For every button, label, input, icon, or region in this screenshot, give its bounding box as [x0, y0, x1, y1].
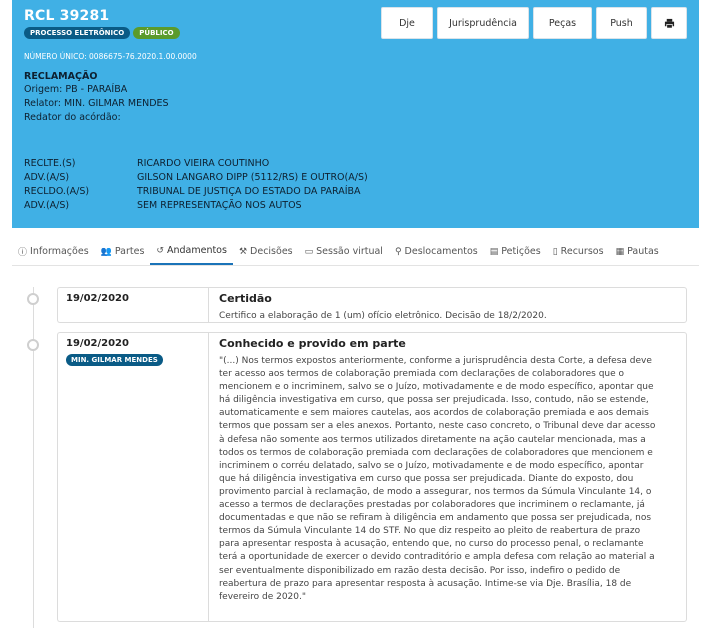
- description-line: ser eventualmente disponibilizado em raz…: [219, 565, 621, 576]
- tab-peticoes[interactable]: ▤ Petições: [484, 238, 547, 265]
- description-line: "(...) Nos termos expostos anteriormente…: [219, 356, 652, 366]
- party-role: ADV.(A/S): [24, 172, 70, 183]
- monitor-icon: ▭: [304, 246, 314, 257]
- description-line: terá a oportunidade de exercer o devido …: [219, 552, 655, 563]
- party-name: GILSON LANGARO DIPP (5112/RS) E OUTRO(A/…: [137, 172, 368, 183]
- event-date: 19/02/2020: [66, 338, 129, 349]
- description-line: termos da Súmula Vinculante 14 do STF. N…: [219, 526, 641, 537]
- numero-unico: NÚMERO ÚNICO: 0086675-76.2020.1.00.0000: [24, 52, 197, 61]
- push-button[interactable]: Push: [596, 7, 647, 39]
- event-date-card: 19/02/2020: [57, 287, 208, 323]
- badge-group: PROCESSO ELETRÔNICO PÚBLICO: [24, 27, 180, 39]
- map-marker-icon: ⚲: [394, 246, 402, 257]
- description-line: para apresentar resposta à acusação, ent…: [219, 539, 644, 550]
- description-line: reabertura de prazo para apresentar resp…: [219, 578, 632, 589]
- process-class: RECLAMAÇÃO: [24, 71, 98, 82]
- jurisprudencia-button[interactable]: Jurisprudência: [437, 7, 529, 39]
- tab-label: Andamentos: [166, 245, 227, 256]
- tab-label: Sessão virtual: [316, 246, 383, 257]
- event-card: Certidão Certifico a elaboração de 1 (um…: [208, 287, 687, 323]
- event-date-card: 19/02/2020 MIN. GILMAR MENDES: [57, 332, 208, 622]
- event-card: Conhecido e provido em parte "(...) Nos …: [208, 332, 687, 622]
- timeline-dot: [27, 339, 39, 351]
- party-role: ADV.(A/S): [24, 200, 70, 211]
- file-icon: ▤: [489, 246, 499, 257]
- info-icon: ⓘ: [18, 248, 28, 258]
- badge-processo-eletronico: PROCESSO ELETRÔNICO: [24, 27, 131, 39]
- tab-pautas[interactable]: ▦ Pautas: [610, 238, 665, 265]
- description-line: há diligência investigativa em curso, qu…: [219, 395, 649, 406]
- event-title: Certidão: [219, 292, 272, 305]
- party-role: RECLDO.(A/S): [24, 186, 90, 197]
- party-row: ADV.(A/S) GILSON LANGARO DIPP (5112/RS) …: [24, 171, 368, 185]
- tab-label: Deslocamentos: [404, 246, 478, 257]
- description-line: incriminem o corréu delatado, salvo se o…: [219, 460, 644, 471]
- tab-informacoes[interactable]: ⓘ Informações: [12, 238, 95, 265]
- origem: Origem: PB - PARAÍBA: [24, 84, 128, 95]
- description-line: termos que possam ser a eles anexos. Por…: [219, 421, 656, 432]
- event-title: Conhecido e provido em parte: [219, 337, 406, 350]
- tab-recursos[interactable]: ▯ Recursos: [547, 238, 610, 265]
- document-icon: ▯: [552, 246, 558, 257]
- process-header: RCL 39281 PROCESSO ELETRÔNICO PÚBLICO NÚ…: [12, 0, 699, 228]
- pecas-button[interactable]: Peças: [533, 7, 592, 39]
- tab-label: Recursos: [560, 246, 604, 257]
- party-name: SEM REPRESENTAÇÃO NOS AUTOS: [137, 200, 302, 211]
- badge-publico: PÚBLICO: [133, 27, 180, 39]
- tab-label: Partes: [114, 246, 145, 257]
- calendar-icon: ▦: [615, 246, 625, 257]
- tab-deslocamentos[interactable]: ⚲ Deslocamentos: [389, 238, 484, 265]
- process-tabs: ⓘ Informações 👥 Partes ↺ Andamentos ⚒ De…: [12, 238, 699, 266]
- description-line: ter acesso aos termos de colaboração pre…: [219, 369, 625, 380]
- description-line: automaticamente e sem maiores cautelas, …: [219, 408, 649, 419]
- description-line: acesso a termos de declarações prestadas…: [219, 500, 645, 511]
- party-role: RECLTE.(S): [24, 158, 76, 169]
- description-line: mencionem e o incriminem, salvo se o Juí…: [219, 382, 654, 393]
- users-icon: 👥: [100, 246, 112, 257]
- party-row: RECLDO.(A/S) TRIBUNAL DE JUSTIÇA DO ESTA…: [24, 185, 368, 199]
- process-title: RCL 39281: [24, 8, 110, 24]
- tab-label: Petições: [501, 246, 541, 257]
- party-row: ADV.(A/S) SEM REPRESENTAÇÃO NOS AUTOS: [24, 199, 368, 213]
- tab-label: Informações: [30, 246, 89, 257]
- tab-label: Decisões: [250, 246, 293, 257]
- minister-badge: MIN. GILMAR MENDES: [66, 354, 163, 366]
- tab-decisoes[interactable]: ⚒ Decisões: [233, 238, 299, 265]
- event-date: 19/02/2020: [66, 293, 129, 304]
- dje-button[interactable]: Dje: [381, 7, 433, 39]
- parties-list: RECLTE.(S) RICARDO VIEIRA COUTINHO ADV.(…: [24, 157, 368, 213]
- tab-label: Pautas: [627, 246, 659, 257]
- description-line: que há diligência investigativa em curso…: [219, 473, 634, 484]
- tab-andamentos[interactable]: ↺ Andamentos: [150, 238, 233, 265]
- redator: Redator do acórdão:: [24, 112, 121, 123]
- description-line: à defesa não somente aos termos utilizad…: [219, 434, 646, 445]
- event-description: "(...) Nos termos expostos anteriormente…: [219, 355, 655, 604]
- description-line: documentadas e que não se refiram à dili…: [219, 513, 652, 524]
- tab-partes[interactable]: 👥 Partes: [95, 238, 151, 265]
- print-button[interactable]: [651, 7, 687, 39]
- relator: Relator: MIN. GILMAR MENDES: [24, 98, 169, 109]
- party-name: TRIBUNAL DE JUSTIÇA DO ESTADO DA PARAÍBA: [137, 186, 361, 197]
- party-row: RECLTE.(S) RICARDO VIEIRA COUTINHO: [24, 157, 368, 171]
- action-toolbar: Dje Jurisprudência Peças Push: [381, 7, 687, 39]
- event-description: Certifico a elaboração de 1 (um) ofício …: [219, 311, 547, 321]
- description-line: provimento parcial à reclamação, de modo…: [219, 486, 652, 497]
- printer-icon: [664, 18, 675, 29]
- timeline-dot: [27, 293, 39, 305]
- history-icon: ↺: [156, 245, 164, 256]
- tab-sessao-virtual[interactable]: ▭ Sessão virtual: [299, 238, 389, 265]
- gavel-icon: ⚒: [238, 246, 248, 257]
- description-line: fevereiro de 2020.": [219, 591, 306, 602]
- party-name: RICARDO VIEIRA COUTINHO: [137, 158, 270, 169]
- description-line: todos os termos de colaboração premiada …: [219, 447, 653, 458]
